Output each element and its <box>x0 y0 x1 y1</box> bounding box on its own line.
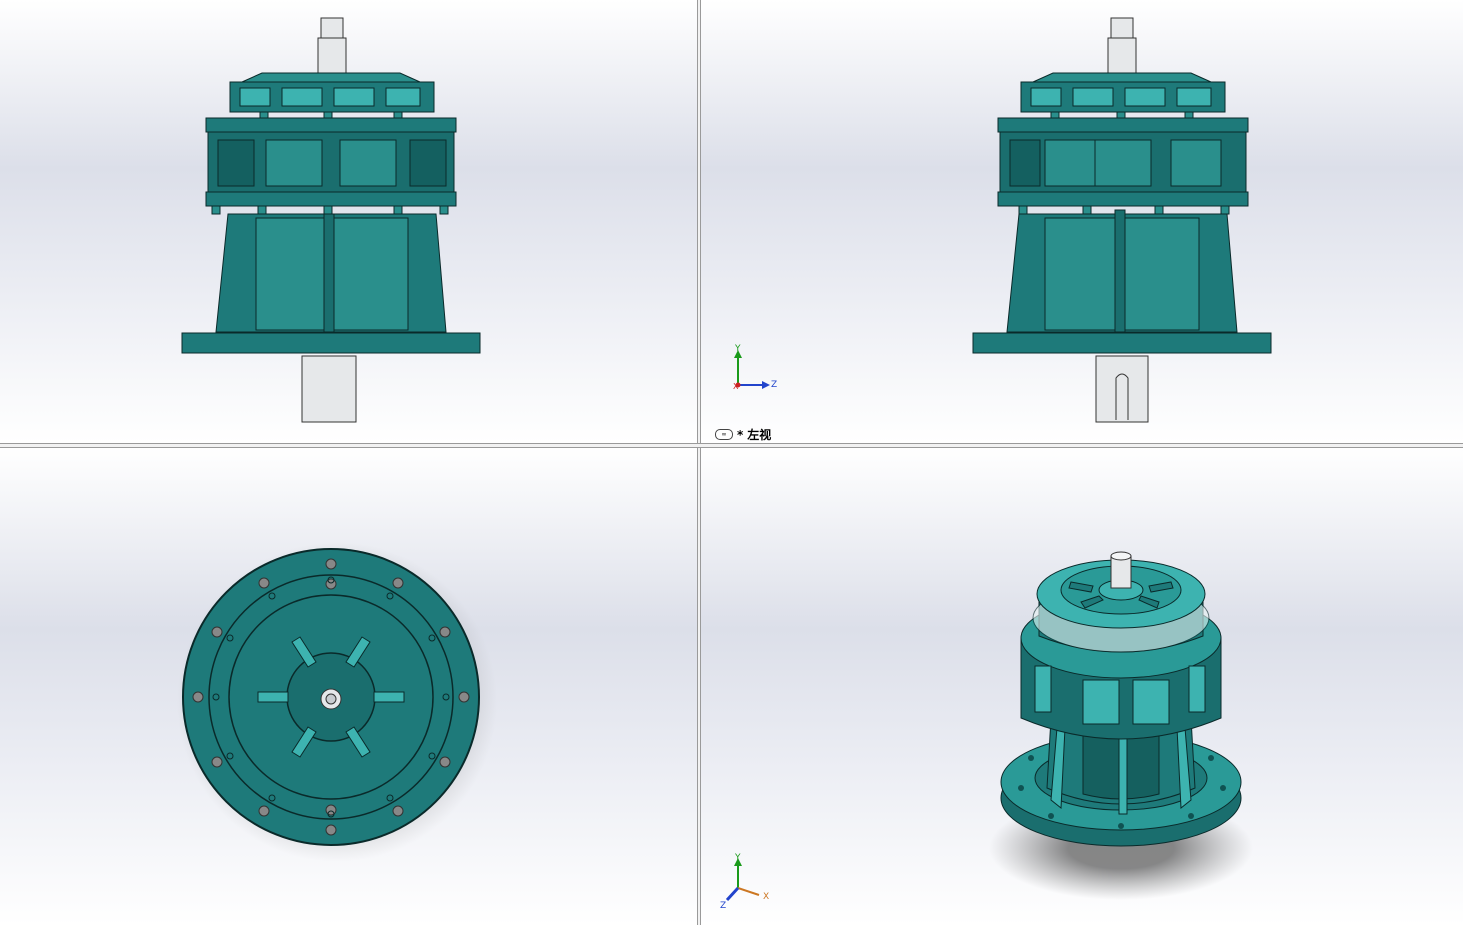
triad-x-label: X <box>763 892 770 902</box>
link-view-icon[interactable]: ∞ <box>715 429 733 440</box>
triad-z-axis <box>725 886 740 902</box>
viewport-left[interactable]: Y Z X ∞ * 左视 <box>701 0 1463 443</box>
view-label-text: 左视 <box>747 428 772 442</box>
triad-x-label: X <box>733 382 739 391</box>
viewport-front[interactable] <box>0 0 697 443</box>
gear-reducer-left-view <box>734 17 1272 423</box>
triad-y-label: Y <box>735 853 741 863</box>
view-label-prefix: * <box>737 427 744 442</box>
horizontal-splitter[interactable] <box>0 443 1463 448</box>
vertical-splitter[interactable] <box>697 0 701 925</box>
triad-y-label: Y <box>735 344 741 354</box>
gear-reducer-front-view <box>181 17 481 423</box>
triad-z-label: Z <box>720 901 727 911</box>
view-orientation-label: ∞ * 左视 <box>715 426 771 443</box>
triad-x-axis <box>737 887 760 896</box>
viewport-isometric[interactable]: Y X Z <box>701 448 1463 925</box>
viewport-bottom[interactable] <box>0 448 697 925</box>
triad-z-label: Z <box>771 380 778 390</box>
gear-reducer-isometric-view <box>725 551 1253 902</box>
gear-reducer-bottom-view <box>177 542 497 862</box>
